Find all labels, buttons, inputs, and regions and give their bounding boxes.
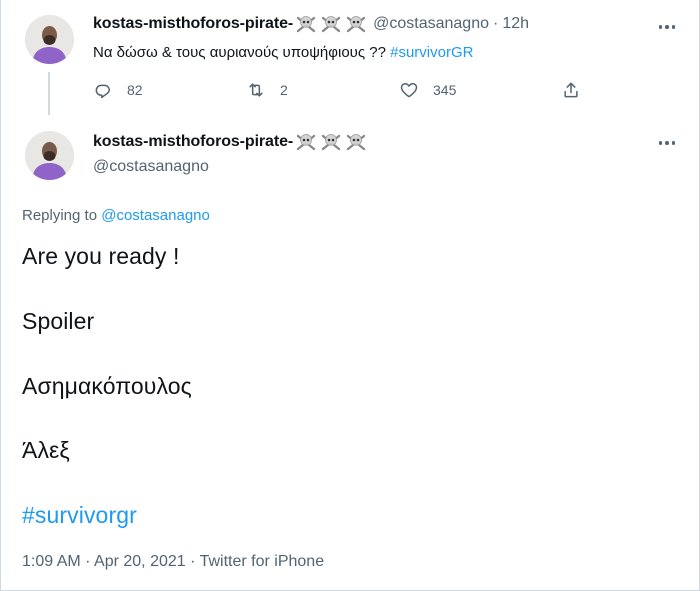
skull-and-crossbones-icon <box>296 16 316 33</box>
tweet-text: Να δώσω & τους αυριανούς υποψήφιους ?? #… <box>93 44 473 61</box>
name-emoji-group <box>295 132 367 152</box>
hashtag-link[interactable]: #survivorGR <box>390 44 473 61</box>
tweet-time[interactable]: 12h <box>502 15 529 33</box>
user-handle[interactable]: @costasanagno <box>373 15 489 33</box>
retweet-icon <box>249 83 263 97</box>
heart-icon <box>400 83 418 98</box>
skull-and-crossbones-icon <box>296 134 316 151</box>
retweet-count: 2 <box>280 82 288 98</box>
thread-connector <box>48 72 50 115</box>
name-emoji-group <box>295 14 367 34</box>
reply-count: 82 <box>127 82 143 98</box>
tweet-line: Άλεξ <box>22 437 70 463</box>
tweet-body: Να δώσω & τους αυριανούς υποψήφιους ?? <box>93 44 391 61</box>
tweet-header: kostas-misthoforos-pirate- <box>93 132 373 152</box>
reply-button[interactable]: 82 <box>93 80 143 100</box>
tweet-thread: kostas-misthoforos-pirate- @costasanagno… <box>0 0 700 591</box>
skull-and-crossbones-icon <box>346 134 366 151</box>
skull-and-crossbones-icon <box>346 16 366 33</box>
replying-to: Replying to @costasanagno <box>22 207 210 224</box>
more-options-icon[interactable] <box>655 136 679 150</box>
reply-icon <box>95 84 110 99</box>
like-button[interactable]: 345 <box>399 80 456 100</box>
user-handle[interactable]: @costasanagno <box>93 158 209 176</box>
skull-and-crossbones-icon <box>321 134 341 151</box>
share-icon <box>564 82 578 98</box>
tweet-line: Spoiler <box>22 308 95 334</box>
display-name[interactable]: kostas-misthoforos-pirate- <box>93 133 293 151</box>
tweet-line: Ασημακόπουλος <box>22 373 192 399</box>
skull-and-crossbones-icon <box>321 16 341 33</box>
hashtag-link[interactable]: #survivorgr <box>22 502 137 529</box>
tweet-header: kostas-misthoforos-pirate- @costasanagno… <box>93 14 529 34</box>
mention-link[interactable]: @costasanagno <box>101 207 210 224</box>
avatar[interactable] <box>25 131 74 180</box>
separator-dot: · <box>492 15 499 32</box>
more-options-icon[interactable] <box>655 20 679 34</box>
like-count: 345 <box>433 82 457 98</box>
tweet-line: Are you ready ! <box>22 243 180 269</box>
replying-to-label: Replying to <box>22 207 102 224</box>
display-name[interactable]: kostas-misthoforos-pirate- <box>93 15 293 33</box>
tweet-actions: 82 2 345 <box>93 80 593 102</box>
retweet-button[interactable]: 2 <box>246 80 288 100</box>
avatar[interactable] <box>25 15 74 64</box>
share-button[interactable] <box>561 80 581 100</box>
tweet-timestamp[interactable]: 1:09 AM · Apr 20, 2021 · Twitter for iPh… <box>22 553 324 571</box>
